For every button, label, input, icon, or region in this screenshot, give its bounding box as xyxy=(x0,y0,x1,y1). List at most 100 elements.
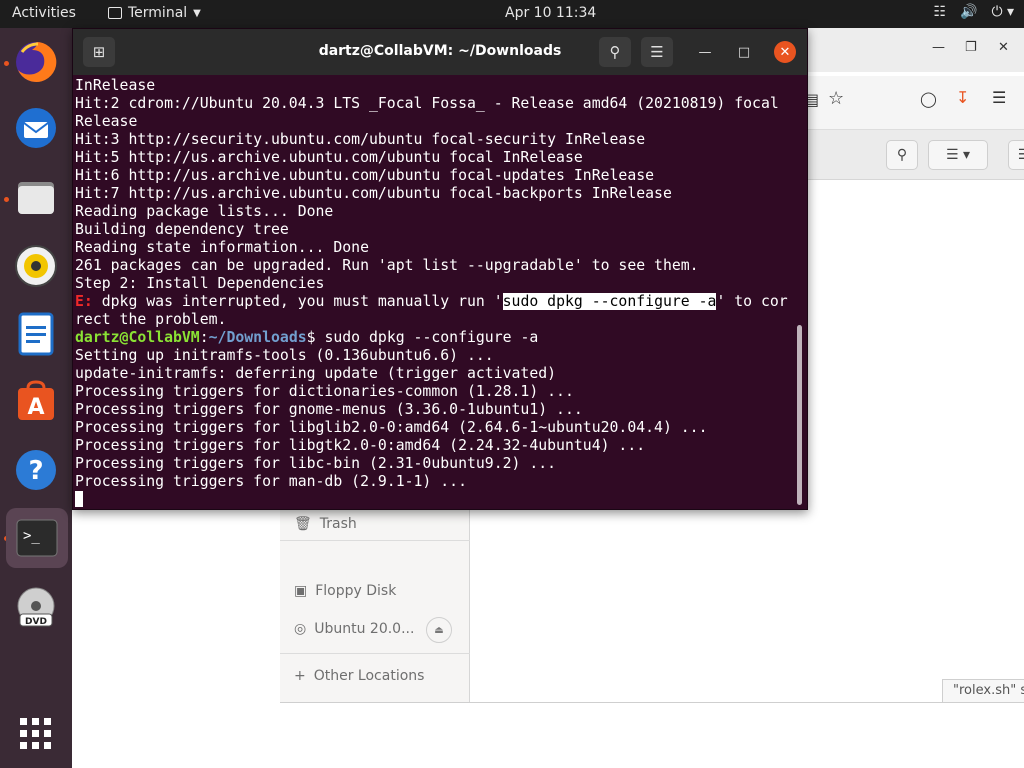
terminal-line: Hit:7 http://us.archive.ubuntu.com/ubunt… xyxy=(75,185,795,203)
sidebar-item-trash[interactable]: 🗑 Trash xyxy=(294,516,357,532)
help-icon: ? xyxy=(16,450,56,490)
close-button[interactable]: ✕ xyxy=(998,40,1009,55)
dock-dvd[interactable]: DVD xyxy=(12,584,60,632)
terminal-line: Hit:2 cdrom://Ubuntu 20.04.3 LTS _Focal … xyxy=(75,95,795,113)
terminal-line: Processing triggers for libglib2.0-0:amd… xyxy=(75,419,795,437)
sidebar-item-label: Other Locations xyxy=(313,668,425,684)
terminal-text: Reading state information... Done xyxy=(75,239,369,256)
terminal-text: sudo dpkg --configure -a xyxy=(502,293,717,310)
svg-text:A: A xyxy=(27,395,44,420)
terminal-output[interactable]: InRelease Hit:2 cdrom://Ubuntu 20.04.3 LT… xyxy=(75,77,795,507)
terminal-line xyxy=(75,491,795,507)
terminal-text: dpkg was interrupted, you must manually … xyxy=(92,293,503,310)
dock: A ? >_ DVD xyxy=(0,28,72,768)
terminal-line: Processing triggers for dictionaries-com… xyxy=(75,383,795,401)
terminal-line: Hit:6 http://us.archive.ubuntu.com/ubunt… xyxy=(75,167,795,185)
files-toolbar: ⚲ ☰ ▾ ☰ xyxy=(804,130,1024,180)
power-icon: ⏻ ▾ xyxy=(991,4,1014,20)
terminal-line: rect the problem. xyxy=(75,311,795,329)
minimize-button[interactable]: — xyxy=(932,40,945,55)
sidebar-item-label: Floppy Disk xyxy=(315,583,397,599)
sidebar-item-label: Trash xyxy=(319,516,357,532)
search-icon: ⚲ xyxy=(896,147,908,163)
terminal-line: E: dpkg was interrupted, you must manual… xyxy=(75,293,795,311)
terminal-text: Release xyxy=(75,113,138,130)
terminal-text: Setting up initramfs-tools (0.136ubuntu6… xyxy=(75,347,494,364)
terminal-icon: >_ xyxy=(16,519,58,557)
scrollbar[interactable] xyxy=(797,325,802,505)
terminal-line: Hit:5 http://us.archive.ubuntu.com/ubunt… xyxy=(75,149,795,167)
menu-button[interactable]: ☰ xyxy=(1008,140,1024,170)
terminal-text: Hit:3 http://security.ubuntu.com/ubuntu … xyxy=(75,131,646,148)
minimize-button[interactable]: — xyxy=(695,42,715,62)
terminal-line: Hit:3 http://security.ubuntu.com/ubuntu … xyxy=(75,131,795,149)
search-icon: ⚲ xyxy=(609,43,621,61)
terminal-text: ~/Downloads xyxy=(208,329,307,346)
maximize-icon: □ xyxy=(737,44,751,60)
clock[interactable]: Apr 10 11:34 xyxy=(505,5,596,21)
top-bar: Activities Terminal ▼ Apr 10 11:34 ☷ 🔊 ⏻… xyxy=(0,0,1024,28)
system-tray[interactable]: ☷ 🔊 ⏻ ▾ xyxy=(933,4,1014,20)
activities-button[interactable]: Activities xyxy=(12,5,76,21)
files-icon xyxy=(18,182,54,214)
libreoffice-writer-icon xyxy=(18,312,54,356)
close-button[interactable]: ✕ xyxy=(774,41,796,63)
rhythmbox-icon xyxy=(15,245,57,287)
dock-rhythmbox[interactable] xyxy=(12,242,60,290)
menu-button[interactable]: ☰ xyxy=(641,37,673,67)
svg-text:>_: >_ xyxy=(23,528,40,544)
search-button[interactable]: ⚲ xyxy=(599,37,631,67)
terminal-icon xyxy=(108,7,122,19)
terminal-text: dartz@CollabVM xyxy=(75,329,200,346)
eject-button[interactable]: ⏏ xyxy=(426,617,452,643)
floppy-icon: ▣ xyxy=(294,583,308,599)
search-button[interactable]: ⚲ xyxy=(886,140,918,170)
terminal-text: Processing triggers for libc-bin (2.31-0… xyxy=(75,455,557,472)
dock-thunderbird[interactable] xyxy=(12,104,60,152)
bookmark-star-icon[interactable]: ☆ xyxy=(828,88,844,109)
terminal-line: Reading state information... Done xyxy=(75,239,795,257)
terminal-line: Processing triggers for libgtk2.0-0:amd6… xyxy=(75,437,795,455)
dock-help[interactable]: ? xyxy=(12,446,60,494)
terminal-line: Setting up initramfs-tools (0.136ubuntu6… xyxy=(75,347,795,365)
divider xyxy=(280,653,470,654)
disc-icon: ◎ xyxy=(294,621,307,637)
terminal-line: Building dependency tree xyxy=(75,221,795,239)
terminal-text: Processing triggers for libgtk2.0-0:amd6… xyxy=(75,437,646,454)
terminal-text: Hit:7 http://us.archive.ubuntu.com/ubunt… xyxy=(75,185,672,202)
firefox-icon xyxy=(16,41,57,82)
app-menu[interactable]: Terminal ▼ xyxy=(108,5,201,21)
terminal-text: Hit:2 cdrom://Ubuntu 20.04.3 LTS _Focal … xyxy=(75,95,779,112)
dock-files[interactable] xyxy=(12,174,60,222)
dock-terminal[interactable]: >_ xyxy=(6,508,68,568)
menu-icon[interactable]: ☰ xyxy=(992,88,1006,107)
sidebar-item-other-locations[interactable]: + Other Locations xyxy=(294,668,424,684)
chevron-down-icon: ▼ xyxy=(193,7,201,19)
terminal-line: Processing triggers for gnome-menus (3.3… xyxy=(75,401,795,419)
terminal-window[interactable]: ⊞ dartz@CollabVM: ~/Downloads ⚲ ☰ — □ ✕ … xyxy=(72,28,808,510)
maximize-button[interactable]: □ xyxy=(734,42,754,62)
dock-firefox[interactable] xyxy=(12,38,60,86)
dock-show-apps[interactable] xyxy=(12,710,60,758)
terminal-line: Step 2: Install Dependencies xyxy=(75,275,795,293)
terminal-text: Reading package lists... Done xyxy=(75,203,334,220)
terminal-text: Processing triggers for dictionaries-com… xyxy=(75,383,574,400)
downloads-icon[interactable]: ↧ xyxy=(956,88,969,107)
terminal-text: E: xyxy=(75,293,93,310)
terminal-text: : xyxy=(199,329,209,346)
sidebar-item-ubuntu-drive[interactable]: ◎ Ubuntu 20.0... xyxy=(294,621,414,637)
status-tooltip: "rolex.sh" s xyxy=(942,679,1024,703)
hamburger-icon: ☰ xyxy=(1018,147,1024,163)
terminal-text: $ sudo dpkg --configure -a xyxy=(306,329,539,346)
dock-writer[interactable] xyxy=(12,310,60,358)
running-indicator xyxy=(4,61,9,66)
terminal-text: Processing triggers for libglib2.0-0:amd… xyxy=(75,419,708,436)
view-options-button[interactable]: ☰ ▾ xyxy=(928,140,988,170)
maximize-button[interactable]: ❐ xyxy=(965,40,977,55)
terminal-text: InRelease xyxy=(75,77,156,94)
dock-software[interactable]: A xyxy=(12,378,60,426)
plus-icon: + xyxy=(294,668,306,684)
sidebar-item-floppy[interactable]: ▣ Floppy Disk xyxy=(294,583,396,599)
svg-text:?: ? xyxy=(28,456,43,486)
pocket-icon[interactable]: ◯ xyxy=(920,90,937,108)
